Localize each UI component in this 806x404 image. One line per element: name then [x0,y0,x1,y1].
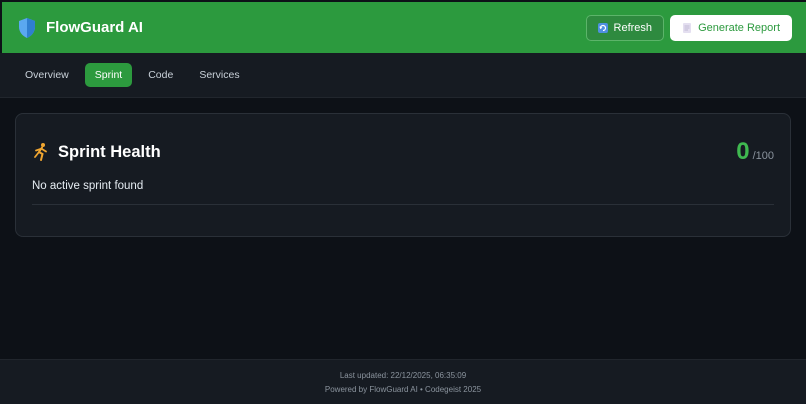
tab-sprint[interactable]: Sprint [84,63,133,87]
last-updated: Last updated: 22/12/2025, 06:35:09 [339,370,467,380]
tab-bar: Overview Sprint Code Services [0,53,806,98]
brand: FlowGuard AI [18,17,143,39]
sprint-score: 0 /100 [736,138,774,166]
app-footer: Last updated: 22/12/2025, 06:35:09 Power… [0,359,806,404]
sprint-health-card: Sprint Health 0 /100 No active sprint fo… [15,113,791,237]
score-max: /100 [752,150,774,162]
powered-by: Powered by FlowGuard AI • Codegeist 2025 [324,384,482,394]
card-header: Sprint Health 0 /100 [32,138,774,166]
score-value: 0 [736,138,750,165]
card-title-group: Sprint Health [32,142,161,162]
card-title: Sprint Health [58,142,161,161]
refresh-label: Refresh [613,21,653,34]
runner-icon [34,143,47,161]
tab-code[interactable]: Code [138,63,183,87]
empty-state-message: No active sprint found [32,180,144,192]
refresh-icon [597,22,608,33]
app-window: FlowGuard AI Refresh Generate Report Ove… [0,0,806,404]
header-actions: Refresh Generate Report [585,14,792,41]
app-title: FlowGuard AI [46,19,143,36]
app-header: FlowGuard AI Refresh Generate Report [2,2,806,53]
tab-services[interactable]: Services [189,63,249,87]
generate-report-button[interactable]: Generate Report [670,14,792,41]
generate-report-label: Generate Report [698,21,780,34]
tab-overview[interactable]: Overview [15,63,79,87]
card-divider [32,204,774,205]
shield-icon [19,17,35,38]
refresh-button[interactable]: Refresh [585,14,665,41]
document-icon [683,22,692,33]
